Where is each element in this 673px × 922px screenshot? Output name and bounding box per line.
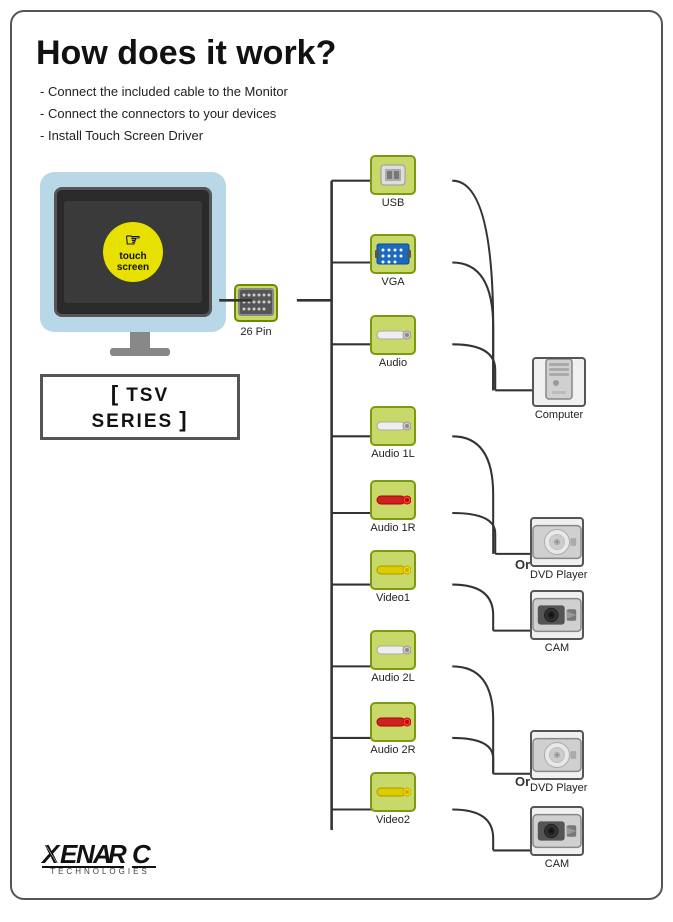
cam2-device: CAM xyxy=(530,806,584,870)
touch-screen-label: ☞ touch screen xyxy=(103,222,163,282)
cam1-label: CAM xyxy=(530,642,584,654)
instruction-2: - Connect the connectors to your devices xyxy=(36,103,637,125)
video2-connector: Video2 xyxy=(370,772,416,826)
touch-finger-icon: ☞ xyxy=(125,231,141,251)
or-label-1: Or xyxy=(515,557,530,572)
video2-icon-box xyxy=(370,772,416,812)
audio-icon-box xyxy=(370,315,416,355)
audio1r-connector: Audio 1R xyxy=(370,480,416,534)
cam1-device: CAM xyxy=(530,590,584,654)
audio2r-icon-box xyxy=(370,702,416,742)
usb-connector: USB xyxy=(370,155,416,209)
instruction-1: - Connect the included cable to the Moni… xyxy=(36,81,637,103)
audio2l-label: Audio 2L xyxy=(370,672,416,684)
cam2-label: CAM xyxy=(530,858,584,870)
video1-label: Video1 xyxy=(370,592,416,604)
video2-label: Video2 xyxy=(370,814,416,826)
usb-label: USB xyxy=(370,197,416,209)
computer-label: Computer xyxy=(532,409,586,421)
audio2r-label: Audio 2R xyxy=(370,744,416,756)
page-title: How does it work? xyxy=(36,34,637,73)
computer-icon-box xyxy=(532,357,586,407)
instruction-3: - Install Touch Screen Driver xyxy=(36,125,637,147)
dvd2-label: DVD Player xyxy=(530,782,587,794)
monitor-stand xyxy=(130,332,150,348)
xenarc-logo-svg: X E N A R xyxy=(40,837,130,869)
monitor-base xyxy=(110,348,170,356)
vga-connector: VGA xyxy=(370,234,416,288)
audio2l-connector: Audio 2L xyxy=(370,630,416,684)
pin-connector-label: 26 Pin xyxy=(234,326,278,338)
dvd2-icon-box xyxy=(530,730,584,780)
audio2l-icon-box xyxy=(370,630,416,670)
or-label-2: Or xyxy=(515,774,530,789)
computer-device: Computer xyxy=(532,357,586,421)
video1-connector: Video1 xyxy=(370,550,416,604)
audio1l-label: Audio 1L xyxy=(370,448,416,460)
dvd2-device: DVD Player xyxy=(530,730,587,794)
monitor-background: ☞ touch screen xyxy=(40,172,226,332)
audio2r-connector: Audio 2R xyxy=(370,702,416,756)
cam1-icon-box xyxy=(530,590,584,640)
page-container: How does it work? - Connect the included… xyxy=(10,10,663,900)
monitor-frame: ☞ touch screen xyxy=(54,187,212,317)
pin-icon-inner xyxy=(238,288,274,319)
monitor-screen: ☞ touch screen xyxy=(64,201,202,303)
usb-icon-box xyxy=(370,155,416,195)
audio-label: Audio xyxy=(370,357,416,369)
monitor-illustration: ☞ touch screen TSV SERIES xyxy=(40,172,240,440)
video1-icon-box xyxy=(370,550,416,590)
xenarc-c-letter: C xyxy=(132,837,160,869)
dvd1-device: DVD Player xyxy=(530,517,587,581)
instructions-list: - Connect the included cable to the Moni… xyxy=(36,81,637,147)
dvd1-label: DVD Player xyxy=(530,569,587,581)
svg-text:R: R xyxy=(108,839,127,869)
dvd1-icon-box xyxy=(530,517,584,567)
audio1r-label: Audio 1R xyxy=(370,522,416,534)
audio1l-connector: Audio 1L xyxy=(370,406,416,460)
xenarc-logo: X E N A R C TECHNOLOGIES xyxy=(40,837,160,876)
audio-connector: Audio xyxy=(370,315,416,369)
audio1l-icon-box xyxy=(370,406,416,446)
cam2-icon-box xyxy=(530,806,584,856)
pin-connector-icon xyxy=(234,284,278,322)
logo-sub-text: TECHNOLOGIES xyxy=(40,867,160,876)
vga-label: VGA xyxy=(370,276,416,288)
audio1r-icon-box xyxy=(370,480,416,520)
svg-text:C: C xyxy=(132,839,152,869)
tsv-series-label: TSV SERIES xyxy=(40,374,240,440)
vga-icon-box xyxy=(370,234,416,274)
pin-connector: 26 Pin xyxy=(234,284,278,338)
